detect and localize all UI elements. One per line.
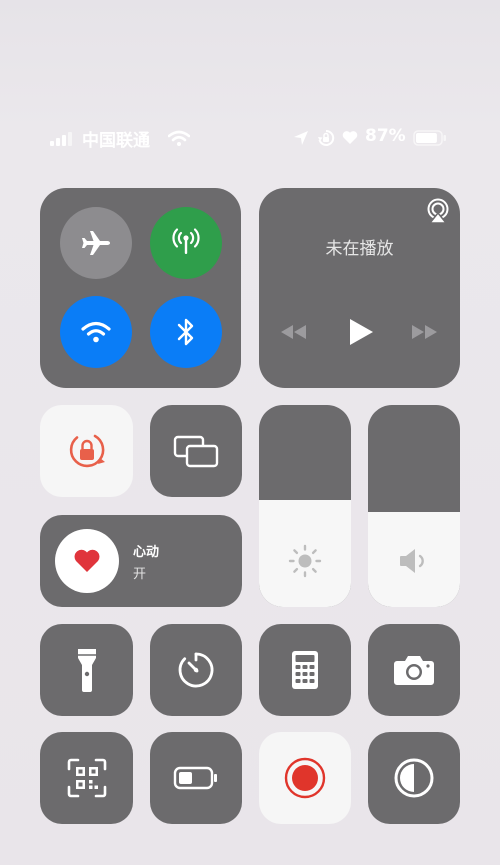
rewind-icon[interactable] (279, 323, 309, 341)
timer-icon (178, 652, 214, 688)
qr-code-icon (67, 758, 106, 798)
dark-mode-button[interactable] (368, 732, 460, 824)
wifi-toggle[interactable] (60, 296, 132, 368)
antenna-icon (172, 228, 200, 254)
camera-button[interactable] (368, 624, 460, 716)
wifi-status-icon (168, 130, 190, 146)
low-power-icon (173, 766, 217, 790)
flashlight-button[interactable] (40, 624, 133, 716)
airplay-icon[interactable] (425, 198, 451, 224)
bluetooth-icon (177, 318, 194, 346)
brightness-icon (288, 544, 322, 578)
heart-widget-title: 心动 (133, 545, 160, 560)
now-playing-module[interactable]: 未在播放 (259, 188, 460, 388)
low-power-mode-button[interactable] (150, 732, 242, 824)
heart-icon (74, 549, 100, 572)
dark-mode-icon (394, 758, 434, 798)
wifi-icon (81, 321, 111, 343)
airplane-mode-toggle[interactable] (60, 207, 132, 279)
status-bar: 中国联通 87% (0, 120, 500, 156)
heart-widget[interactable]: 心动 开 (40, 515, 242, 607)
camera-icon (394, 656, 434, 685)
volume-slider[interactable] (368, 405, 460, 607)
heart-button[interactable] (55, 529, 119, 593)
screen-mirroring-icon (173, 435, 219, 468)
screen-record-icon (284, 757, 326, 799)
carrier-label: 中国联通 (82, 131, 150, 151)
now-playing-status: 未在播放 (325, 239, 394, 259)
rotation-lock-toggle[interactable] (40, 405, 133, 497)
battery-icon (413, 130, 446, 146)
connectivity-module (40, 188, 241, 388)
qr-scanner-button[interactable] (40, 732, 133, 824)
signal-icon (50, 132, 72, 146)
battery-percent: 87% (365, 126, 406, 146)
screen-recording-button[interactable] (259, 732, 351, 824)
location-icon (294, 131, 308, 145)
rotation-lock-icon (69, 434, 105, 468)
orientation-lock-status-icon (318, 129, 335, 146)
calculator-icon (292, 651, 318, 689)
volume-icon (400, 549, 424, 573)
flashlight-icon (77, 649, 96, 692)
airplane-icon (82, 231, 110, 255)
heart-status-icon (342, 131, 358, 144)
screen-mirroring-button[interactable] (150, 405, 242, 497)
timer-button[interactable] (150, 624, 242, 716)
cellular-data-toggle[interactable] (150, 207, 222, 279)
brightness-slider[interactable] (259, 405, 351, 607)
calculator-button[interactable] (259, 624, 351, 716)
fast-forward-icon[interactable] (409, 323, 439, 341)
heart-widget-state: 开 (133, 567, 147, 582)
play-icon[interactable] (347, 317, 375, 347)
bluetooth-toggle[interactable] (150, 296, 222, 368)
